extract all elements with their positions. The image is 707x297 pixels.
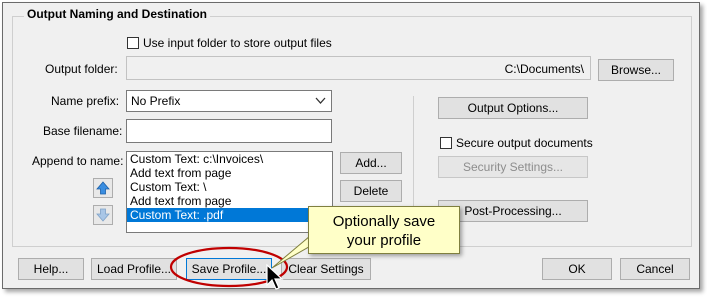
name-prefix-value: No Prefix [131, 94, 181, 108]
ok-button[interactable]: OK [542, 258, 612, 280]
callout-line-1: Optionally save [332, 213, 436, 230]
security-settings-button[interactable]: Security Settings... [438, 156, 588, 178]
name-prefix-label: Name prefix: [51, 94, 120, 108]
output-folder-value: C:\Documents\ [504, 62, 584, 76]
use-input-folder-checkbox[interactable] [127, 37, 139, 49]
add-button[interactable]: Add... [340, 152, 402, 174]
post-processing-button[interactable]: Post-Processing... [438, 200, 588, 222]
append-list-item[interactable]: Add text from page [127, 194, 332, 208]
append-list-item[interactable]: Custom Text: c:\Invoices\ [127, 152, 332, 166]
callout-line-2: your profile [346, 232, 422, 249]
append-list-item[interactable]: Custom Text: .pdf [127, 208, 332, 222]
append-listbox[interactable]: Custom Text: c:\Invoices\ Add text from p… [126, 151, 333, 233]
append-list-item[interactable]: Add text from page [127, 166, 332, 180]
move-up-button[interactable] [93, 178, 113, 198]
move-down-button[interactable] [93, 205, 113, 225]
browse-button[interactable]: Browse... [598, 59, 674, 81]
arrow-up-icon [96, 181, 110, 195]
use-input-folder-label: Use input folder to store output files [143, 36, 332, 50]
group-title: Output Naming and Destination [24, 7, 210, 21]
base-filename-input[interactable] [126, 119, 332, 143]
secure-output-checkbox[interactable] [440, 137, 452, 149]
load-profile-button[interactable]: Load Profile... [91, 258, 177, 280]
secure-output-label: Secure output documents [456, 136, 593, 150]
delete-button[interactable]: Delete [340, 180, 402, 202]
output-folder-label: Output folder: [45, 62, 118, 76]
chevron-down-icon [315, 97, 326, 104]
help-button[interactable]: Help... [18, 258, 84, 280]
callout-bubble: Optionally save your profile [308, 206, 460, 254]
append-to-name-label: Append to name: [32, 154, 124, 168]
output-options-button[interactable]: Output Options... [438, 97, 588, 119]
append-list-item[interactable]: Custom Text: \ [127, 180, 332, 194]
output-folder-field[interactable]: C:\Documents\ [126, 56, 591, 80]
base-filename-label: Base filename: [43, 124, 123, 138]
cancel-button[interactable]: Cancel [620, 258, 690, 280]
arrow-down-icon [96, 208, 110, 222]
name-prefix-select[interactable]: No Prefix [126, 90, 332, 112]
mouse-cursor-icon [266, 264, 284, 290]
